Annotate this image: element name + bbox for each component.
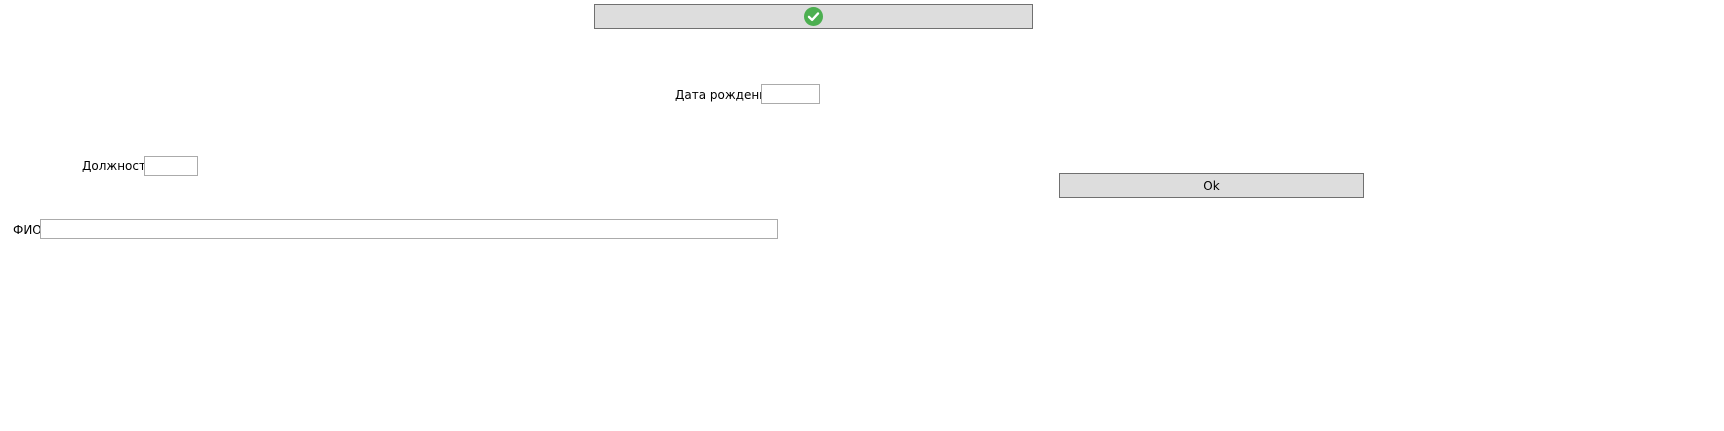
birth-date-field[interactable]: [761, 84, 820, 104]
ok-button-label: Ok: [1203, 178, 1220, 193]
full-name-field[interactable]: [40, 219, 778, 239]
position-label: Должность: [82, 159, 154, 173]
ok-button[interactable]: Ok: [1059, 173, 1364, 198]
full-name-label: ФИО: [13, 223, 42, 237]
birth-date-label: Дата рождения: [675, 88, 775, 102]
position-field[interactable]: [144, 156, 198, 176]
confirm-icon-button[interactable]: [594, 4, 1033, 29]
check-circle-icon: [804, 7, 823, 26]
